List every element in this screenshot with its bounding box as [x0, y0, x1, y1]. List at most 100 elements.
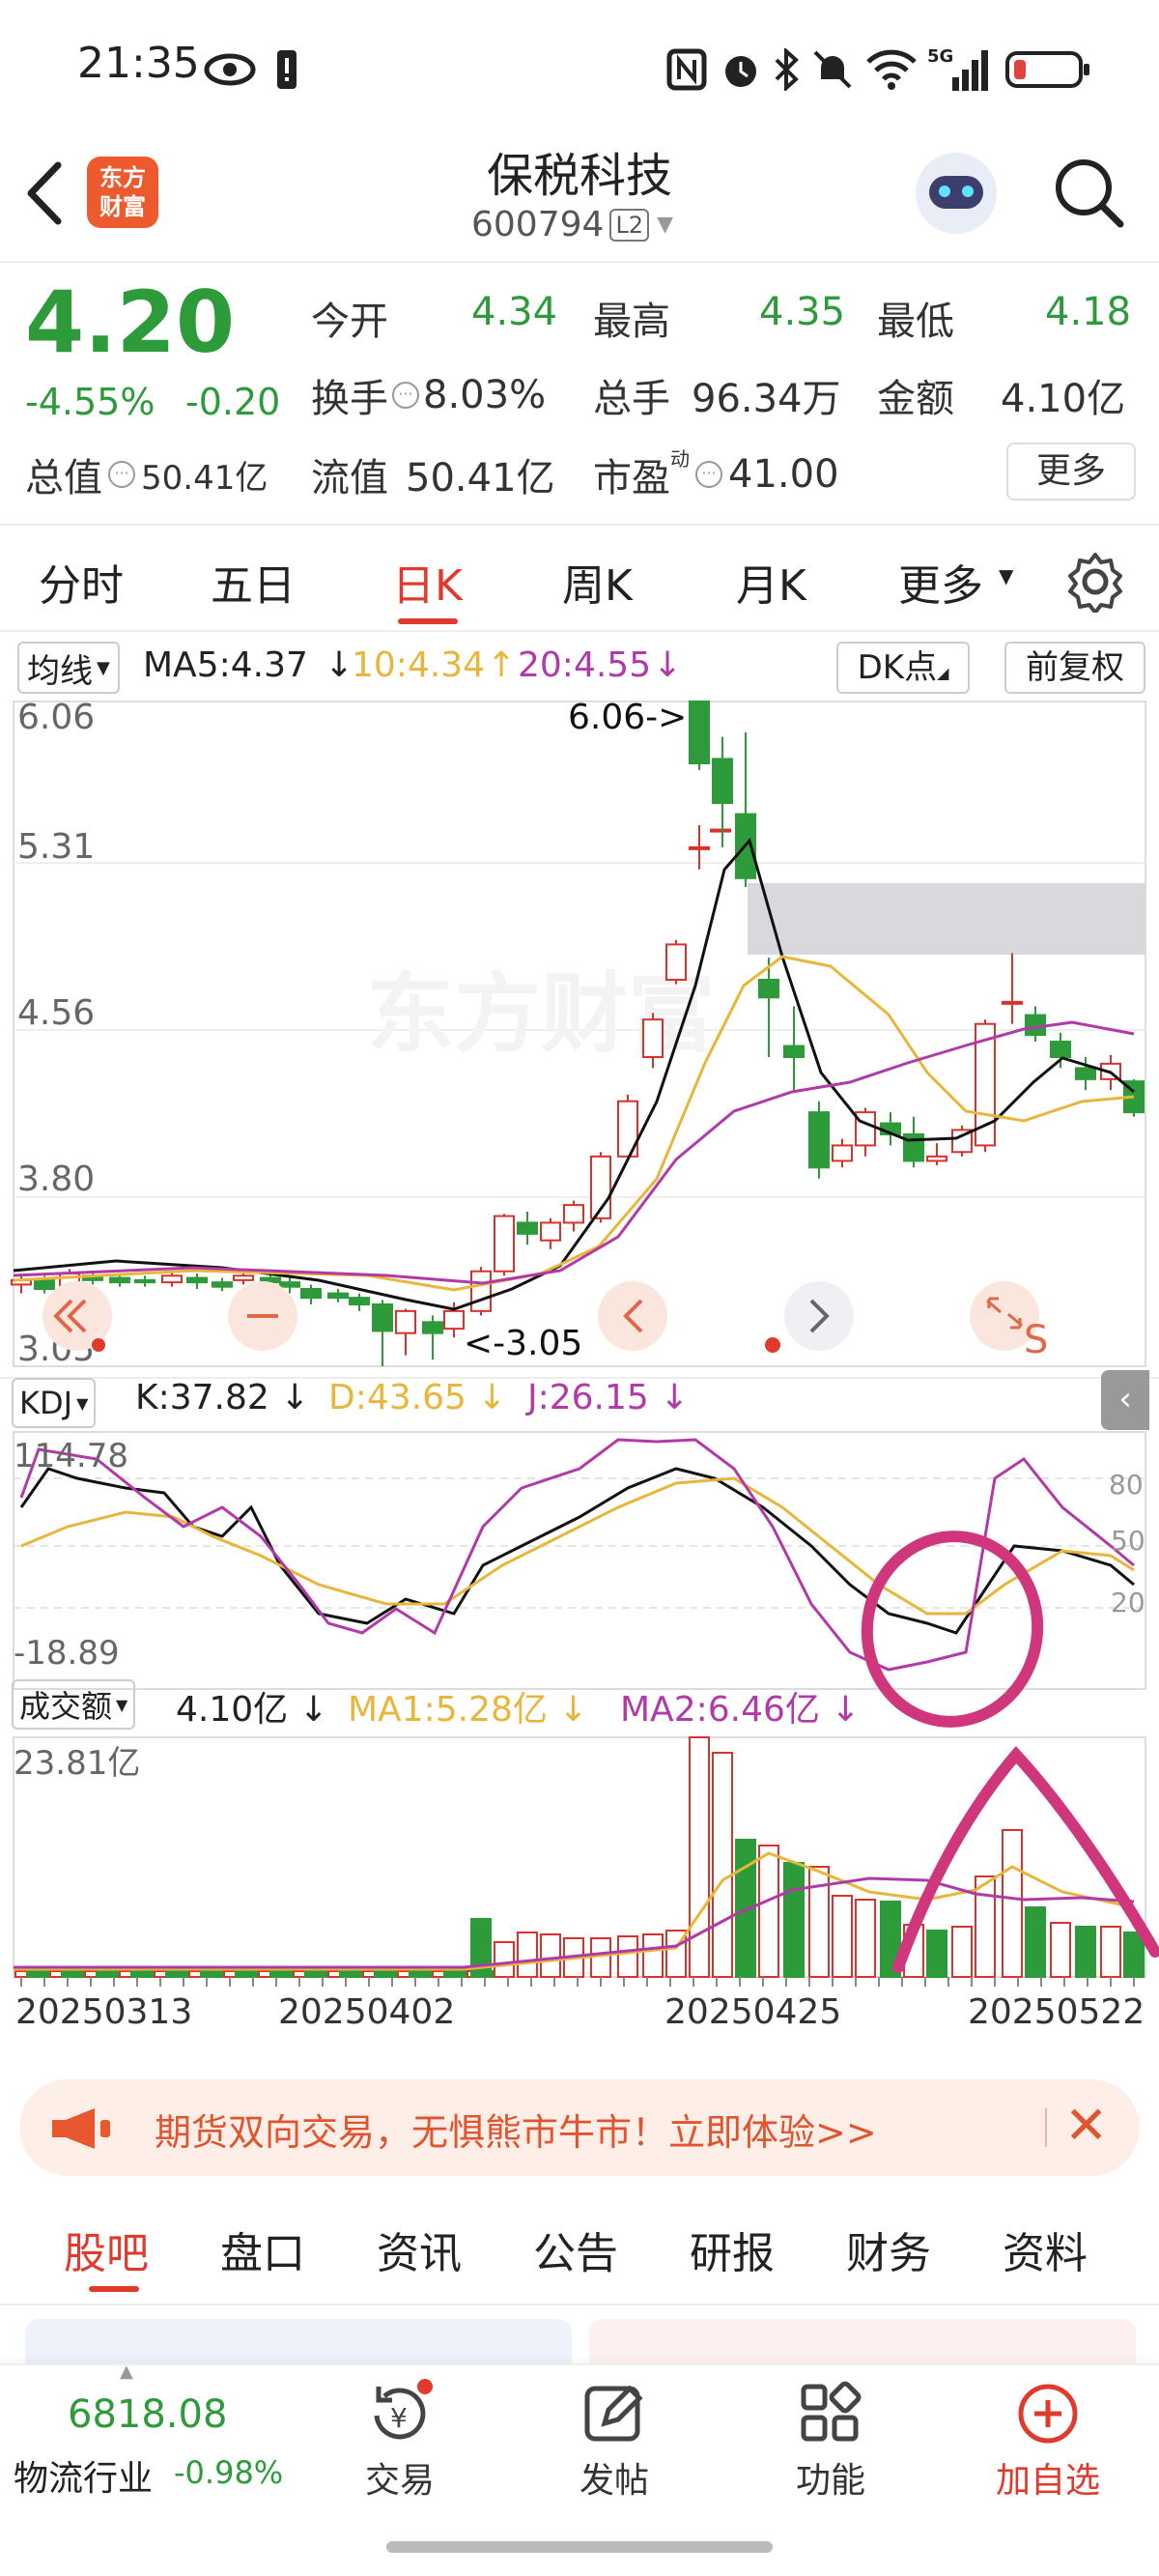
ma-select[interactable]: 均线 ▼ — [17, 642, 120, 694]
promo-text: 期货双向交易，无惧熊市牛市！立即体验>> — [155, 2111, 877, 2154]
zoom-out-button[interactable] — [228, 1281, 297, 1351]
date-label: 20250402 — [278, 1992, 455, 2032]
5g-signal-icon: 5G — [927, 46, 988, 91]
up-arrow-icon: ▲ — [120, 2361, 133, 2382]
candle — [808, 1111, 830, 1169]
info-icon[interactable]: ··· — [108, 461, 135, 488]
ma5-value: MA5:4.37 — [143, 645, 308, 685]
annotation-circle — [861, 1531, 1044, 1728]
candle — [134, 1278, 155, 1284]
candle — [349, 1297, 370, 1306]
tab-news[interactable]: 资讯 — [377, 2218, 462, 2280]
tab-5day[interactable]: 五日 — [211, 551, 296, 613]
next-button[interactable] — [784, 1281, 854, 1351]
tab-forum[interactable]: 股吧 — [64, 2218, 149, 2280]
svg-text:¥: ¥ — [390, 2402, 408, 2434]
float-value: 50.41亿 — [406, 456, 555, 501]
candle — [470, 1270, 492, 1312]
volume-bar — [1050, 1922, 1071, 1978]
sector-percent: -0.98% — [174, 2454, 284, 2491]
price-tick: 4.56 — [17, 993, 95, 1033]
sector-index-value[interactable]: 6818.08 — [68, 2392, 227, 2437]
candle — [372, 1303, 393, 1332]
pe-sup: 动 — [670, 446, 690, 471]
promo-banner[interactable]: 期货双向交易，无惧熊市牛市！立即体验>> ✕ — [19, 2079, 1140, 2176]
quote-divider — [0, 524, 1159, 526]
ma20-value: 20:4.55 — [518, 645, 652, 685]
add-watchlist-button[interactable]: 加自选 — [975, 2379, 1120, 2524]
fq-button[interactable]: 前复权 — [1004, 642, 1145, 694]
close-icon[interactable]: ✕ — [1064, 2095, 1108, 2157]
trade-label: 交易 — [364, 2461, 435, 2501]
sub-tabs: 股吧 盘口 资讯 公告 研报 财务 资料 — [0, 2218, 1159, 2296]
low-value: 4.18 — [1045, 290, 1132, 334]
info-icon[interactable]: ··· — [392, 382, 419, 409]
tab-finance[interactable]: 财务 — [846, 2218, 931, 2280]
kdj-tick: 114.78 — [14, 1437, 128, 1475]
volume-bar — [494, 1941, 515, 1978]
sector-name[interactable]: 物流行业 — [14, 2450, 153, 2501]
kdj-d-value: D:43.65 ↓ — [328, 1378, 507, 1417]
prev-button[interactable] — [598, 1281, 667, 1351]
candle — [783, 1045, 805, 1059]
tab-monthly[interactable]: 月K — [736, 551, 806, 613]
functions-button[interactable]: 功能 — [773, 2379, 889, 2524]
robot-avatar[interactable] — [916, 153, 997, 234]
kdj-tick: -18.89 — [14, 1634, 120, 1673]
alarm-icon — [725, 56, 756, 87]
date-label: 20250313 — [15, 1992, 192, 2032]
trade-button[interactable]: ¥ 交易 — [342, 2379, 458, 2524]
stock-code-row[interactable]: 600794 L2 ▼ — [471, 205, 673, 244]
candle — [710, 828, 731, 833]
tab-intraday[interactable]: 分时 — [39, 551, 124, 613]
volume-bar — [832, 1895, 853, 1978]
more-button[interactable]: 更多 — [1006, 443, 1136, 501]
tab-profile[interactable]: 资料 — [1003, 2218, 1088, 2280]
level-badge: L2 — [609, 208, 650, 242]
edit-icon — [584, 2385, 643, 2442]
search-icon[interactable] — [1053, 157, 1126, 230]
date-label: 20250522 — [968, 1992, 1145, 2032]
volume-ma2-label: MA2:6.46亿 — [620, 1690, 820, 1730]
candle — [563, 1204, 584, 1224]
max-price-label: 6.06-> — [568, 698, 687, 737]
volume-ma2: MA2:6.46亿 ↓ — [620, 1690, 861, 1730]
candle — [1002, 1000, 1023, 1005]
tab-more[interactable]: 更多 — [898, 551, 983, 613]
sub-tabs-divider — [0, 2304, 1159, 2305]
volume-value: 96.34万 — [692, 377, 841, 421]
candle — [642, 1018, 664, 1058]
kdj-select[interactable]: KDJ ▼ — [12, 1378, 97, 1428]
chevron-down-icon: ▼ — [76, 1393, 89, 1413]
tab-announcements[interactable]: 公告 — [533, 2218, 618, 2280]
candle — [758, 979, 779, 999]
tab-research[interactable]: 研报 — [690, 2218, 775, 2280]
candle — [665, 943, 687, 981]
volume-select[interactable]: 成交额 ▼ — [12, 1679, 136, 1730]
pe-label: 市盈 — [593, 456, 670, 501]
collapse-panel-button[interactable]: ‹ — [1101, 1370, 1149, 1430]
tab-daily[interactable]: 日K — [392, 551, 463, 613]
dk-button[interactable]: DK点◢ — [836, 642, 970, 694]
last-price: 4.20 — [25, 272, 236, 372]
low-label: 最低 — [877, 300, 954, 344]
mktcap-row: 总值 ··· 50.41亿 — [25, 446, 268, 502]
chevron-down-icon: ▼ — [657, 213, 673, 237]
tab-orderbook[interactable]: 盘口 — [220, 2218, 305, 2280]
candle — [689, 701, 710, 764]
info-icon[interactable]: ··· — [695, 461, 722, 488]
volume-bar — [517, 1932, 538, 1978]
alert-icon — [277, 50, 297, 89]
volume-bar — [1075, 1926, 1096, 1978]
mktcap-value: 50.41亿 — [141, 458, 269, 498]
bluetooth-icon — [775, 48, 799, 91]
expand-button[interactable]: S — [970, 1281, 1048, 1362]
kdj-j-label: J:26.15 — [527, 1378, 649, 1417]
kdj-d-label: D:43.65 — [328, 1378, 466, 1417]
pe-row: 市盈 动 ··· 41.00 — [593, 446, 839, 502]
post-button[interactable]: 发帖 — [556, 2379, 672, 2524]
change-percent: -4.55% — [25, 381, 155, 423]
candle — [422, 1321, 443, 1334]
tab-weekly[interactable]: 周K — [562, 551, 633, 613]
gear-icon[interactable] — [1064, 551, 1126, 613]
